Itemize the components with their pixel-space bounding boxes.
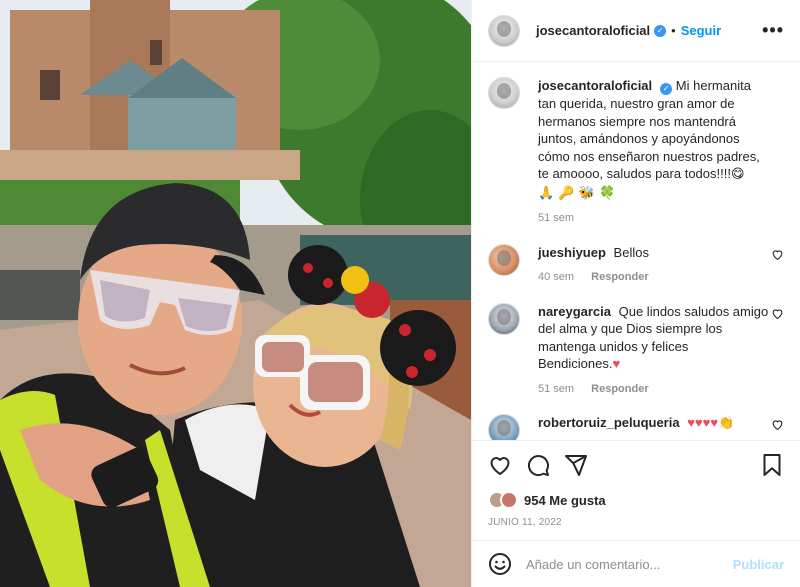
likes-count[interactable]: 954 Me gusta xyxy=(524,493,606,508)
add-comment-bar: Publicar xyxy=(472,540,800,587)
comment-like-heart-icon[interactable] xyxy=(771,418,784,431)
comment-text: Bellos xyxy=(613,244,649,260)
post-actions: 954 Me gusta JUNIO 11, 2022 xyxy=(472,440,800,544)
bookmark-icon[interactable] xyxy=(760,453,784,477)
author-avatar[interactable] xyxy=(488,77,520,109)
heart-icon[interactable] xyxy=(488,453,512,477)
selfie-photo-illustration xyxy=(0,0,471,587)
follow-button[interactable]: Seguir xyxy=(681,23,721,38)
reply-button[interactable]: Responder xyxy=(591,383,648,395)
comment-item: jueshiyuep Bellos 40 sem Responder xyxy=(488,243,784,287)
author-username[interactable]: josecantoraloficial xyxy=(536,23,650,38)
more-options-icon[interactable]: ••• xyxy=(762,20,784,41)
comment-icon[interactable] xyxy=(526,453,550,477)
caption-emoji-line: 🙏 🔑 🐝 🍀 xyxy=(538,185,616,201)
verified-badge-icon: ✓ xyxy=(660,83,673,95)
comment-item: robertoruiz_peluqueria ♥♥♥♥👏 xyxy=(488,414,784,440)
publish-button[interactable]: Publicar xyxy=(733,557,784,572)
caption-meta: 51 sem xyxy=(538,210,770,228)
clap-emoji: 👏 xyxy=(718,416,735,431)
likes-row[interactable]: 954 Me gusta xyxy=(488,491,784,509)
comment-username[interactable]: nareygarcia xyxy=(538,304,611,319)
author-avatar[interactable] xyxy=(488,14,520,47)
commenter-avatar[interactable] xyxy=(488,243,520,276)
comment-like-heart-icon[interactable] xyxy=(771,248,784,261)
commenter-avatar[interactable] xyxy=(488,302,520,335)
verified-badge-icon: ✓ xyxy=(654,24,667,37)
comment-username[interactable]: robertoruiz_peluqueria xyxy=(538,415,680,430)
post-details-pane: josecantoraloficial ✓ • Seguir ••• josec… xyxy=(471,0,800,587)
caption-text: Mi hermanita tan querida, nuestro gran a… xyxy=(538,78,760,181)
comment-meta: 51 sem Responder xyxy=(538,381,770,399)
separator-dot: • xyxy=(671,23,676,38)
comment-meta: 40 sem Responder xyxy=(538,269,770,287)
liker-avatar xyxy=(500,491,518,509)
comments-list[interactable]: josecantoraloficial ✓ Mi hermanita tan qu… xyxy=(472,63,800,440)
reply-button[interactable]: Responder xyxy=(591,271,648,283)
comment-time: 40 sem xyxy=(538,271,575,283)
post-header: josecantoraloficial ✓ • Seguir ••• xyxy=(472,0,800,62)
caption-time: 51 sem xyxy=(538,212,575,224)
red-heart-emoji: ♥ xyxy=(612,356,621,371)
caption: josecantoraloficial ✓ Mi hermanita tan qu… xyxy=(488,77,784,228)
action-icons-row xyxy=(488,451,784,479)
comment-like-heart-icon[interactable] xyxy=(771,307,784,320)
commenter-avatar[interactable] xyxy=(488,414,520,440)
share-icon[interactable] xyxy=(564,453,588,477)
comment-username[interactable]: jueshiyuep xyxy=(538,245,606,260)
post-photo[interactable] xyxy=(0,0,471,587)
comment-text: ♥♥♥♥ xyxy=(687,415,719,430)
caption-emoji: 😋 xyxy=(730,167,745,182)
comment-item: nareygarcia Que lindos saludos amigo del… xyxy=(488,302,784,399)
comment-time: 51 sem xyxy=(538,382,575,395)
emoji-icon[interactable] xyxy=(488,552,512,576)
comment-input[interactable] xyxy=(526,556,733,572)
post-date[interactable]: JUNIO 11, 2022 xyxy=(488,517,784,528)
caption-username[interactable]: josecantoraloficial xyxy=(538,78,652,93)
